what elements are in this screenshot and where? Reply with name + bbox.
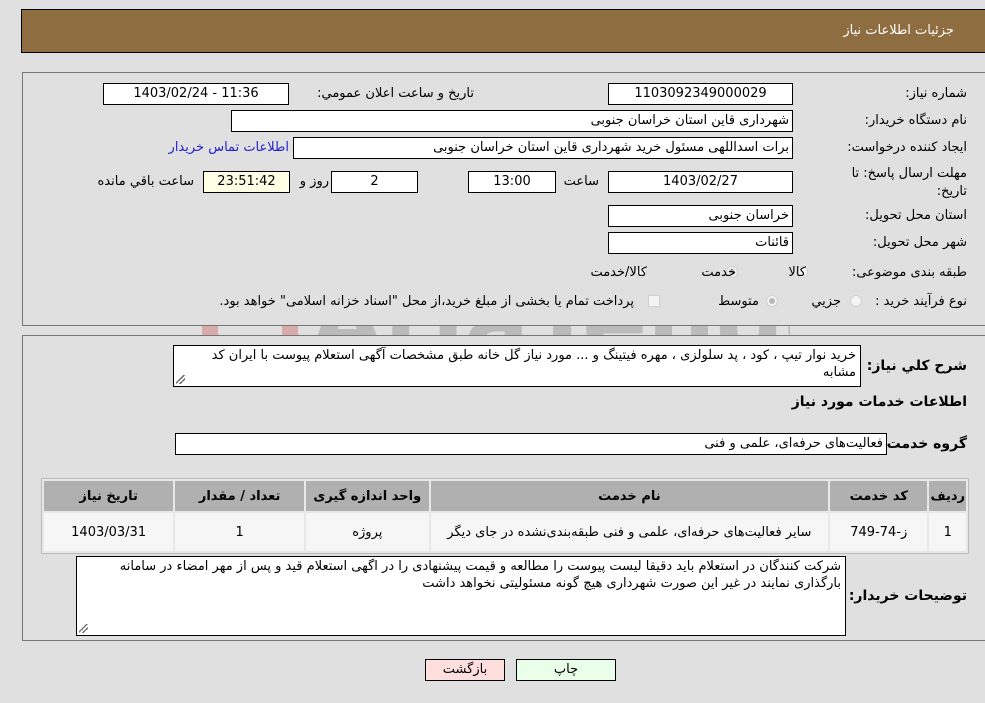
cell-quantity: 1 <box>175 513 304 551</box>
creator-label: ايجاد کننده درخواست: <box>847 140 967 155</box>
deadline-date-field: 1403/02/27 <box>608 171 793 193</box>
col-header-code: کد خدمت <box>830 481 928 511</box>
cell-row-number: 1 <box>929 513 966 551</box>
col-header-quantity: تعداد / مقدار <box>175 481 304 511</box>
process-radio-medium[interactable] <box>766 295 778 307</box>
col-header-row: رديف <box>929 481 966 511</box>
need-number-label: شماره نیاز: <box>905 86 967 101</box>
back-button[interactable]: بازگشت <box>425 659 505 681</box>
page-title: جزئیات اطلاعات نیاز <box>843 23 954 38</box>
need-number-field: 1103092349000029 <box>608 83 793 105</box>
cell-need-date: 1403/03/31 <box>44 513 174 551</box>
deadline-label: مهلت ارسال پاسخ: تا تاریخ: <box>851 166 967 199</box>
need-summary-textarea[interactable]: خرید نوار تیپ ، کود ، پد سلولزی ، مهره ف… <box>173 345 861 387</box>
col-header-unit: واحد اندازه گيری <box>305 481 429 511</box>
need-summary-text: خرید نوار تیپ ، کود ، پد سلولزی ، مهره ف… <box>211 348 856 380</box>
table-row: 1 ز-74-749 سایر فعالیت‌های حرفه‌ای، علمی… <box>44 513 966 551</box>
page-header: جزئیات اطلاعات نیاز <box>21 9 985 53</box>
col-header-need-date: تاريخ نياز <box>44 481 174 511</box>
cell-service-name: سایر فعالیت‌های حرفه‌ای، علمی و فنی طبقه… <box>430 513 829 551</box>
deadline-time-label: ساعت <box>563 174 599 189</box>
days-label: روز و <box>299 174 329 189</box>
resize-grip-icon[interactable] <box>79 624 88 633</box>
category-label: طبقه بندی موضوعی: <box>851 265 967 280</box>
category-goods-label: کالا <box>788 265 806 280</box>
announce-datetime-field: 1403/02/24 - 11:36 <box>103 83 289 105</box>
service-group-field: فعالیت‌های حرفه‌ای، علمی و فنی <box>175 433 887 455</box>
buyer-notes-label: توضيحات خريدار: <box>848 588 967 604</box>
time-remaining-field: 23:51:42 <box>203 171 290 193</box>
treasury-checkbox-label: پرداخت تمام يا بخشی از مبلغ خريد،از محل … <box>219 294 634 309</box>
deadline-time-field: 13:00 <box>468 171 556 193</box>
process-minor-label: جزيي <box>811 294 841 309</box>
cell-unit: پروژه <box>305 513 429 551</box>
time-remaining-label: ساعت باقي مانده <box>97 174 194 189</box>
announce-label: تاريخ و ساعت اعلان عمومي: <box>317 86 474 101</box>
buyer-contact-link[interactable]: اطلاعات تماس خريدار <box>169 140 289 155</box>
process-medium-label: متوسط <box>718 294 759 309</box>
resize-grip-icon[interactable] <box>176 375 185 384</box>
print-button[interactable]: چاپ <box>516 659 616 681</box>
city-field: قائنات <box>608 232 793 254</box>
province-label: استان محل تحويل: <box>865 208 967 223</box>
days-remaining-field: 2 <box>331 171 418 193</box>
buyer-org-field: شهرداری قاین استان خراسان جنوبی <box>231 110 793 132</box>
process-radio-minor[interactable] <box>850 295 862 307</box>
creator-field: برات اسداللهی مسئول خرید شهرداری قاین اس… <box>293 137 793 159</box>
category-goods-service-label: کالا/خدمت <box>590 265 647 280</box>
cell-service-code: ز-74-749 <box>830 513 928 551</box>
services-heading: اطلاعات خدمات مورد نياز <box>791 394 967 410</box>
buyer-notes-text: شرکت کنندگان در استعلام باید دقیقا لیست … <box>119 559 841 591</box>
service-group-label: گروه خدمت: <box>881 436 967 452</box>
city-label: شهر محل تحويل: <box>872 235 967 250</box>
need-details-panel: شماره نیاز: 1103092349000029 تاريخ و ساع… <box>22 72 985 326</box>
col-header-name: نام خدمت <box>430 481 829 511</box>
services-table: رديف کد خدمت نام خدمت واحد اندازه گيری ت… <box>41 478 969 554</box>
buyer-notes-textarea[interactable]: شرکت کنندگان در استعلام باید دقیقا لیست … <box>76 556 846 636</box>
treasury-checkbox[interactable] <box>648 295 660 307</box>
buyer-org-label: نام دستگاه خريدار: <box>864 113 967 128</box>
need-description-panel: شرح کلي نياز: خرید نوار تیپ ، کود ، پد س… <box>22 335 985 641</box>
province-field: خراسان جنوبی <box>608 205 793 227</box>
need-summary-label: شرح کلي نياز: <box>866 358 967 374</box>
services-table-header: رديف کد خدمت نام خدمت واحد اندازه گيری ت… <box>44 481 966 511</box>
category-service-label: خدمت <box>701 265 736 280</box>
process-label: نوع فرآيند خريد : <box>875 294 967 309</box>
